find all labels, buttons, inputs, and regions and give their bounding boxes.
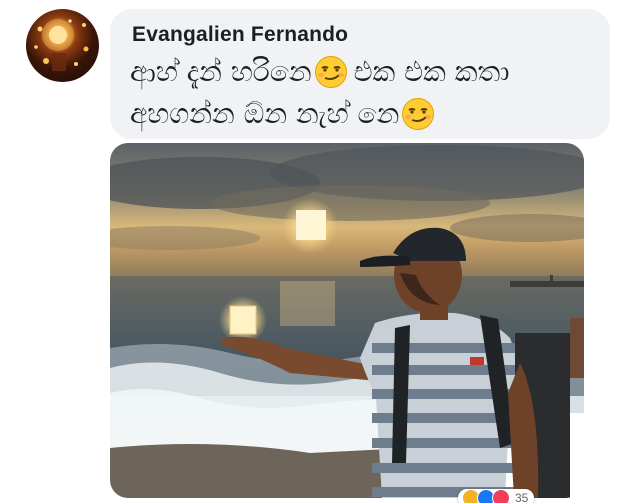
comment-text-segment: ආහ් දැන් හරිනෙ [130, 55, 312, 88]
comment-bubble[interactable]: Evangalien Fernando ආහ් දැන් හරිනෙ එක එක… [110, 9, 610, 139]
love-reaction-icon [492, 489, 510, 503]
avatar[interactable] [26, 9, 99, 82]
reaction-summary[interactable]: 35 [458, 489, 535, 503]
comment-author-name[interactable]: Evangalien Fernando [132, 23, 348, 47]
smirking-face-icon [402, 98, 435, 130]
comment-text-line-1: ආහ් දැන් හරිනෙ එක එක කතා [130, 55, 509, 89]
reaction-count: 35 [515, 491, 529, 503]
sunset-beach-photo [110, 143, 584, 498]
comment-text-segment: අහගන්න ඕන නැහ් නෙ [130, 97, 400, 130]
comment-text-segment: එක එක කතා [353, 55, 510, 88]
comment-text-line-2: අහගන්න ඕන නැහ් නෙ [130, 97, 437, 131]
lantern-photo-icon [34, 19, 89, 71]
smirking-face-icon [314, 56, 347, 88]
comment-thread: Evangalien Fernando ආහ් දැන් හරිනෙ එක එක… [0, 0, 640, 503]
comment-photo-attachment[interactable] [110, 143, 584, 498]
